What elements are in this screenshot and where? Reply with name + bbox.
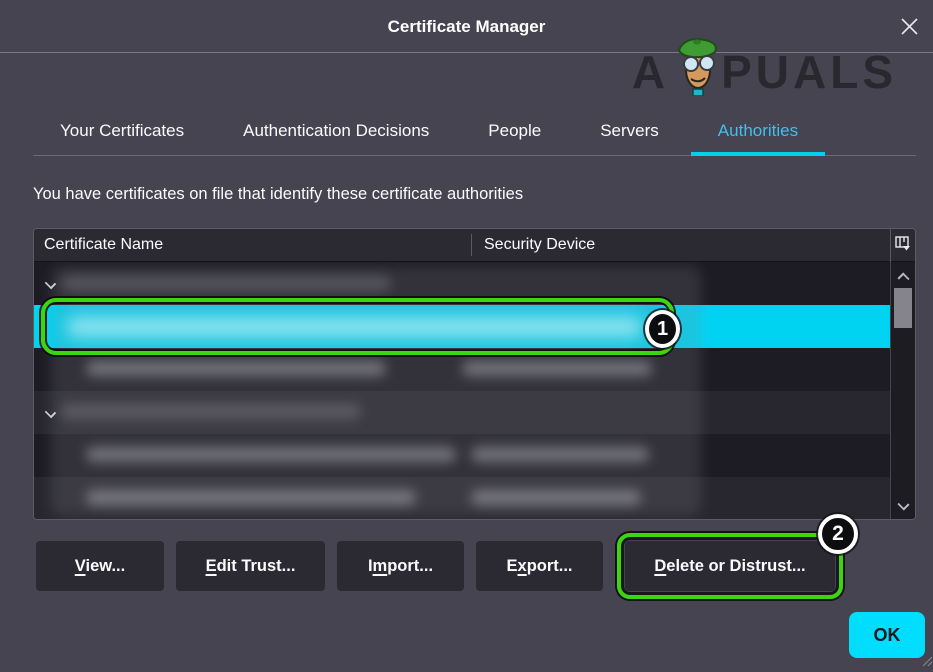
table-body: 1: [34, 262, 915, 519]
dialog-title: Certificate Manager: [0, 0, 933, 53]
resize-grip[interactable]: [919, 653, 932, 671]
cert-row-selected[interactable]: [34, 305, 890, 348]
description-text: You have certificates on file that ident…: [33, 185, 523, 204]
scrollbar-thumb[interactable]: [894, 288, 912, 328]
view-button[interactable]: View...: [36, 541, 164, 591]
tab-people[interactable]: People: [461, 106, 568, 155]
close-icon: [900, 17, 919, 36]
scroll-up-icon[interactable]: [897, 272, 909, 284]
cert-row[interactable]: [34, 477, 890, 519]
annotation-step-2-badge: 2: [818, 514, 858, 554]
table-header: Certificate Name Security Device: [34, 229, 915, 262]
tab-authorities[interactable]: Authorities: [691, 106, 825, 155]
certificate-table: Certificate Name Security Device: [33, 228, 916, 520]
ok-button[interactable]: OK: [849, 612, 925, 658]
chevron-down-icon[interactable]: [45, 278, 56, 289]
vertical-scrollbar[interactable]: [890, 262, 915, 519]
export-button[interactable]: Export...: [476, 541, 603, 591]
delete-or-distrust-button[interactable]: Delete or Distrust...: [625, 541, 835, 591]
cert-row[interactable]: [34, 348, 890, 391]
close-button[interactable]: [893, 12, 925, 40]
cert-group-row[interactable]: [34, 391, 890, 434]
column-header-security-device[interactable]: Security Device: [472, 236, 890, 254]
column-header-certificate-name[interactable]: Certificate Name: [34, 236, 471, 254]
certificate-manager-dialog: Certificate Manager A: [0, 0, 933, 672]
tab-authentication-decisions[interactable]: Authentication Decisions: [216, 106, 456, 155]
column-picker-button[interactable]: [890, 229, 915, 262]
import-button[interactable]: Import...: [337, 541, 464, 591]
tab-strip: Your Certificates Authentication Decisio…: [33, 106, 916, 156]
tab-your-certificates[interactable]: Your Certificates: [33, 106, 211, 155]
chevron-down-icon[interactable]: [45, 407, 56, 418]
cert-group-row[interactable]: [34, 262, 890, 305]
column-picker-icon: [895, 235, 911, 256]
cert-row[interactable]: [34, 434, 890, 477]
tab-servers[interactable]: Servers: [573, 106, 686, 155]
scroll-down-icon[interactable]: [897, 498, 909, 510]
edit-trust-button[interactable]: Edit Trust...: [176, 541, 325, 591]
annotation-step-1-badge: 1: [645, 310, 680, 348]
title-bar: Certificate Manager: [0, 0, 933, 53]
